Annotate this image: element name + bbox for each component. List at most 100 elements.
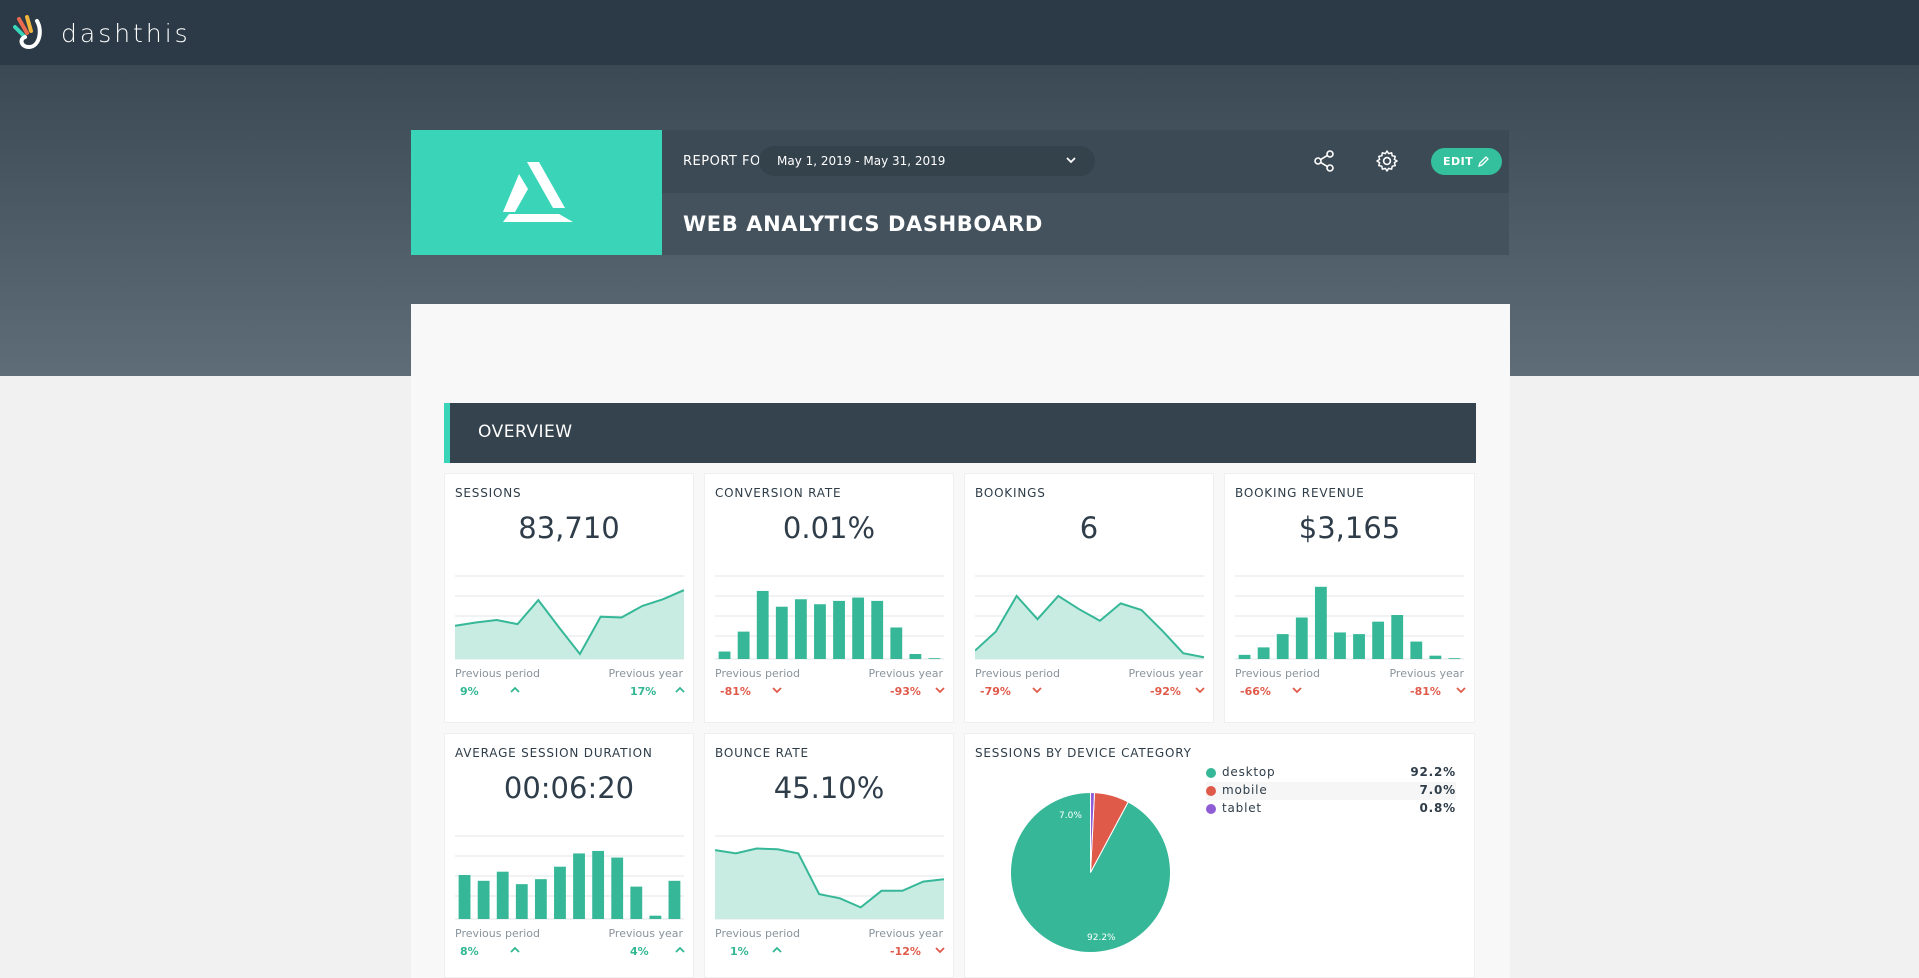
legend-value: 7.0% (1419, 783, 1456, 797)
chevron-down-icon (1032, 687, 1042, 694)
previous-year-value: 4% (630, 945, 649, 958)
chart-bar (833, 600, 845, 659)
widget-booking-revenue[interactable]: BOOKING REVENUE $3,165 Previous period P… (1224, 473, 1475, 723)
chart-area (455, 590, 684, 659)
widget-bounce-rate[interactable]: BOUNCE RATE 45.10% Previous period Previ… (704, 733, 954, 978)
previous-year-label: Previous year (868, 927, 943, 940)
chart-bar (534, 879, 547, 919)
previous-period-label: Previous period (715, 927, 801, 940)
edit-button[interactable]: EDIT (1431, 148, 1502, 175)
legend-item-tablet: tablet 0.8% (1206, 800, 1456, 818)
previous-year-value: -12% (890, 945, 921, 958)
chart-area (975, 595, 1204, 659)
chevron-down-icon (1292, 687, 1302, 694)
chart-bar (611, 857, 624, 919)
pie-legend: desktop 92.2% mobile 7.0% tablet 0.8% (1206, 764, 1456, 818)
widget-value: 45.10% (773, 771, 885, 805)
chevron-down-icon (1195, 687, 1205, 694)
previous-year-value: -93% (890, 685, 921, 698)
chart-area (715, 848, 944, 919)
widget-title: SESSIONS (455, 486, 522, 500)
bounce-rate-chart (715, 831, 944, 921)
previous-period-value: -79% (980, 685, 1011, 698)
chevron-up-icon (510, 946, 520, 953)
widget-title: BOOKING REVENUE (1235, 486, 1365, 500)
pie-slice-label-desktop: 92.2% (1087, 933, 1116, 943)
brand-name: dashthis (61, 18, 191, 48)
widget-average-session-duration[interactable]: AVERAGE SESSION DURATION 00:06:20 Previo… (444, 733, 694, 978)
previous-period-value: 8% (460, 945, 479, 958)
chevron-down-icon (1456, 687, 1466, 694)
chart-bar (1276, 634, 1289, 659)
chevron-up-icon (510, 686, 520, 693)
gear-icon[interactable] (1375, 149, 1399, 173)
chart-svg (455, 835, 684, 920)
previous-year-label: Previous year (868, 667, 943, 680)
section-header-overview: OVERVIEW (444, 403, 1476, 463)
chart-bar (775, 606, 788, 659)
widget-title: SESSIONS BY DEVICE CATEGORY (975, 746, 1192, 760)
report-header: REPORT FOR May 1, 2019 - May 31, 2019 ED… (411, 130, 1509, 255)
chart-bar (630, 886, 643, 919)
chevron-down-icon (935, 687, 945, 694)
report-for-label: REPORT FOR (683, 154, 771, 169)
chart-bar (1238, 654, 1251, 659)
date-range-select[interactable]: May 1, 2019 - May 31, 2019 (759, 146, 1095, 176)
widget-sessions[interactable]: SESSIONS 83,710 Previous period Previous… (444, 473, 694, 723)
report-logo (411, 130, 662, 255)
chart-bar (477, 880, 490, 919)
chart-bar (928, 658, 941, 659)
legend-item-desktop: desktop 92.2% (1206, 764, 1456, 782)
widget-value: $3,165 (1298, 511, 1401, 545)
previous-period-label: Previous period (455, 927, 541, 940)
chart-bar (573, 853, 585, 919)
chart-svg (715, 835, 944, 920)
widget-title: AVERAGE SESSION DURATION (455, 746, 653, 760)
date-range-value: May 1, 2019 - May 31, 2019 (777, 154, 946, 168)
chart-bar (1353, 634, 1365, 659)
report-toolbar: REPORT FOR May 1, 2019 - May 31, 2019 ED… (662, 130, 1509, 193)
chevron-up-icon (675, 686, 685, 693)
chart-bar (909, 654, 922, 659)
widget-sessions-by-device[interactable]: SESSIONS BY DEVICE CATEGORY 7.0% 92.2% d… (964, 733, 1475, 978)
pie-slice-label-mobile: 7.0% (1059, 811, 1082, 821)
previous-period-label: Previous period (975, 667, 1061, 680)
sessions-chart (455, 571, 684, 661)
chevron-down-icon (1066, 157, 1076, 164)
chart-bar (1429, 655, 1442, 659)
legend-value: 0.8% (1419, 801, 1456, 815)
widget-value: 6 (1079, 511, 1099, 545)
widget-value: 00:06:20 (503, 771, 635, 805)
chart-bar (515, 884, 528, 919)
legend-dot-icon (1206, 768, 1216, 778)
chart-bar (1295, 617, 1308, 659)
bookings-chart (975, 571, 1204, 661)
chart-svg (1235, 575, 1464, 660)
widget-title: BOUNCE RATE (715, 746, 809, 760)
chart-bar (814, 604, 826, 659)
edit-button-label: EDIT (1443, 155, 1474, 168)
chevron-up-icon (772, 946, 782, 953)
brand-logo[interactable]: dashthis (13, 15, 191, 51)
previous-year-label: Previous year (1389, 667, 1464, 680)
conversion-rate-chart (715, 571, 944, 661)
chart-bar (794, 599, 807, 659)
legend-item-mobile: mobile 7.0% (1206, 782, 1456, 800)
chevron-up-icon (675, 946, 685, 953)
widget-conversion-rate[interactable]: CONVERSION RATE 0.01% Previous period Pr… (704, 473, 954, 723)
previous-period-label: Previous period (1235, 667, 1321, 680)
widget-bookings[interactable]: BOOKINGS 6 Previous period Previous year… (964, 473, 1214, 723)
previous-year-value: -81% (1410, 685, 1441, 698)
legend-value: 92.2% (1410, 765, 1456, 779)
widget-title: BOOKINGS (975, 486, 1046, 500)
legend-name: mobile (1222, 783, 1268, 797)
chart-bar (1372, 621, 1385, 659)
chart-bar (554, 866, 566, 919)
previous-year-label: Previous year (608, 667, 683, 680)
legend-dot-icon (1206, 786, 1216, 796)
chart-bar (668, 880, 681, 919)
widget-value: 83,710 (518, 511, 620, 545)
share-icon[interactable] (1312, 149, 1336, 173)
chart-bar (1391, 615, 1404, 659)
chart-bar (871, 600, 884, 659)
